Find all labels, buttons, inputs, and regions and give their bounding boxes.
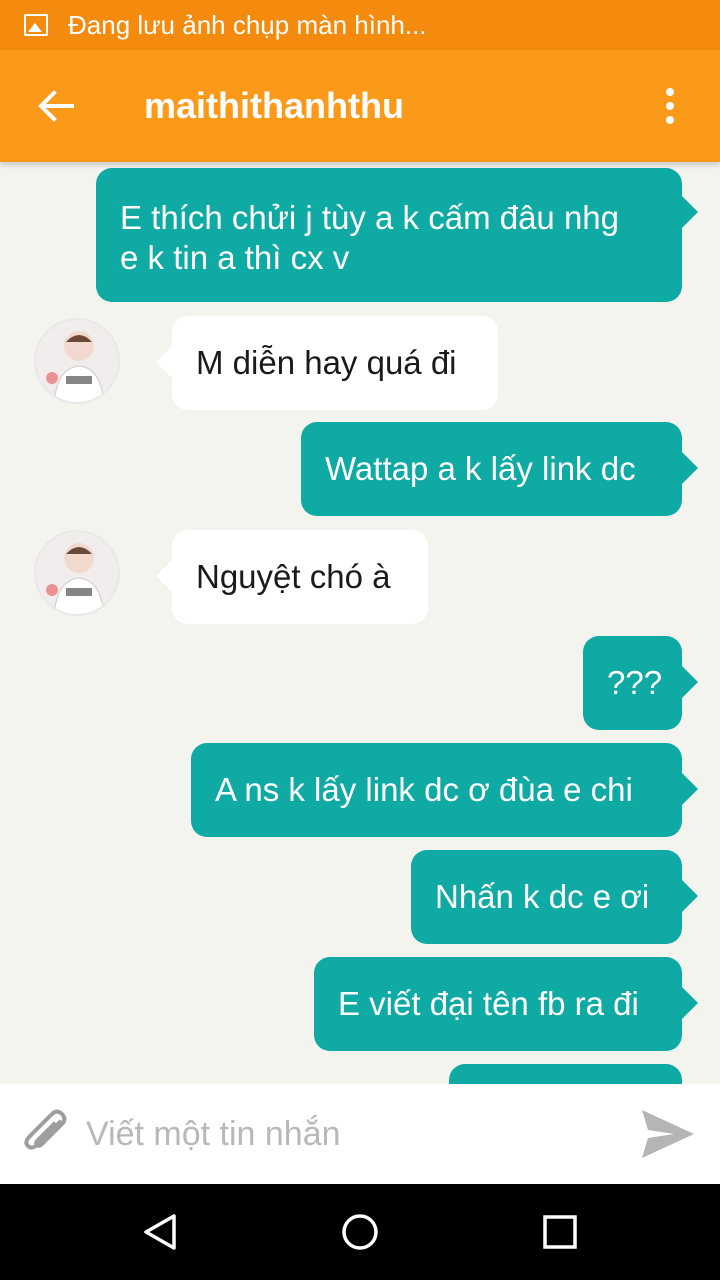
status-bar: Đang lưu ảnh chụp màn hình...: [0, 0, 720, 50]
square-recents-icon: [543, 1215, 577, 1249]
bubble-tail: [156, 560, 172, 592]
send-button[interactable]: [636, 1102, 700, 1166]
incoming-message-bubble[interactable]: Nguyệt chó à: [172, 530, 428, 624]
attach-button[interactable]: [16, 1104, 76, 1164]
more-vertical-icon: [666, 88, 674, 124]
outgoing-message-bubble[interactable]: ???: [583, 636, 682, 730]
outgoing-message-bubble[interactable]: A ns k lấy link dc ơ đùa e chi: [191, 743, 682, 837]
contact-avatar[interactable]: [34, 318, 120, 404]
message-list[interactable]: E thích chửi j tùy a k cấm đâu nhg e k t…: [0, 162, 720, 1084]
bubble-tail: [682, 773, 698, 805]
status-text: Đang lưu ảnh chụp màn hình...: [68, 9, 427, 40]
bubble-tail: [682, 987, 698, 1019]
contact-avatar[interactable]: [34, 530, 120, 616]
outgoing-message-bubble[interactable]: Nhấn k dc e ơi: [411, 850, 682, 944]
bubble-tail: [682, 880, 698, 912]
system-navigation-bar: [0, 1184, 720, 1280]
outgoing-message-bubble[interactable]: E viết đại tên fb ra đi: [314, 957, 682, 1051]
message-composer: [0, 1084, 720, 1184]
send-icon: [642, 1110, 694, 1158]
bubble-tail: [682, 666, 698, 698]
image-icon: [24, 14, 48, 36]
bubble-tail: [156, 346, 172, 378]
nav-home-button[interactable]: [330, 1202, 390, 1262]
outgoing-message-bubble[interactable]: Wattap a k lấy link dc: [301, 422, 682, 516]
nav-recents-button[interactable]: [530, 1202, 590, 1262]
message-input[interactable]: [86, 1114, 636, 1154]
chat-title: maithithanhthu: [144, 85, 404, 126]
outgoing-message-bubble[interactable]: E thích chửi j tùy a k cấm đâu nhg e k t…: [96, 168, 682, 302]
arrow-left-icon: [38, 90, 74, 122]
bubble-tail: [682, 452, 698, 484]
back-button[interactable]: [28, 78, 84, 134]
circle-home-icon: [342, 1214, 378, 1250]
nav-back-button[interactable]: [130, 1202, 190, 1262]
app-bar: maithithanhthu: [0, 50, 720, 162]
more-options-button[interactable]: [650, 78, 690, 134]
paperclip-icon: [24, 1109, 67, 1150]
triangle-back-icon: [144, 1214, 176, 1250]
outgoing-message-bubble-partial[interactable]: [449, 1064, 682, 1084]
incoming-message-bubble[interactable]: M diễn hay quá đi: [172, 316, 498, 410]
bubble-tail: [682, 196, 698, 228]
